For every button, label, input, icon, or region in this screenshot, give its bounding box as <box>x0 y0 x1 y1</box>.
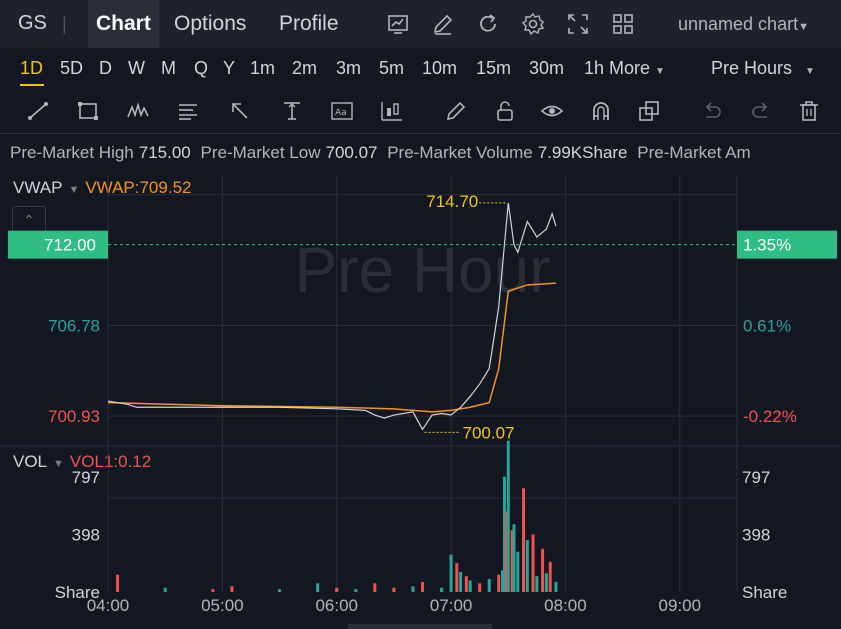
volume-tick-label: 797 <box>742 468 770 487</box>
time-scrollbar[interactable] <box>348 624 492 629</box>
volume-bar <box>440 587 444 592</box>
volume-bar <box>449 554 453 592</box>
volume-bar <box>411 586 415 592</box>
volume-bar <box>392 587 396 592</box>
high-annotation: 714.70 <box>426 192 478 211</box>
current-price-label: 712.00 <box>44 236 96 255</box>
time-axis-label: 07:00 <box>430 596 473 615</box>
volume-bar <box>455 563 459 592</box>
volume-bar <box>497 574 501 592</box>
volume-bar <box>373 583 377 592</box>
volume-bar <box>487 579 491 592</box>
volume-bar <box>163 587 167 592</box>
volume-bar <box>544 573 548 592</box>
pct-tick-label: -0.22% <box>743 407 797 426</box>
volume-bar <box>548 561 552 592</box>
low-annotation: 700.07 <box>463 423 515 442</box>
pct-tick-label: 0.61% <box>743 317 791 336</box>
time-axis-label: 08:00 <box>544 596 587 615</box>
volume-bar <box>541 548 545 592</box>
volume-bar <box>516 551 520 592</box>
volume-bar <box>512 524 516 592</box>
time-axis-label: 09:00 <box>659 596 702 615</box>
volume-bar <box>535 576 539 592</box>
volume-bar <box>335 587 339 592</box>
volume-bar <box>316 583 320 592</box>
volume-tick-label: Share <box>742 583 787 602</box>
volume-tick-label: 398 <box>742 526 770 545</box>
volume-tick-label: 398 <box>72 526 100 545</box>
volume-bar <box>468 580 472 592</box>
volume-bar <box>230 586 234 592</box>
volume-bar <box>354 589 358 592</box>
volume-bar <box>525 540 529 592</box>
volume-bar <box>522 488 526 592</box>
volume-bar <box>211 589 215 592</box>
time-axis-label: 04:00 <box>87 596 130 615</box>
time-axis-label: 05:00 <box>201 596 244 615</box>
volume-bar <box>459 571 463 592</box>
volume-bar <box>554 581 558 592</box>
time-axis-label: 06:00 <box>315 596 358 615</box>
price-tick-label: 700.93 <box>48 407 100 426</box>
volume-tick-label: 797 <box>72 468 100 487</box>
price-chart[interactable]: Pre Hour712.00 1.35%706.78700.930.61%-0.2… <box>0 0 841 629</box>
volume-bar <box>421 581 424 592</box>
volume-bar <box>531 534 535 592</box>
current-pct-label: 1.35% <box>743 236 791 255</box>
volume-bar <box>464 576 468 592</box>
volume-bar <box>116 574 120 592</box>
volume-bar <box>278 589 282 592</box>
volume-bar <box>506 440 510 592</box>
price-tick-label: 706.78 <box>48 317 100 336</box>
volume-bar <box>478 583 482 592</box>
